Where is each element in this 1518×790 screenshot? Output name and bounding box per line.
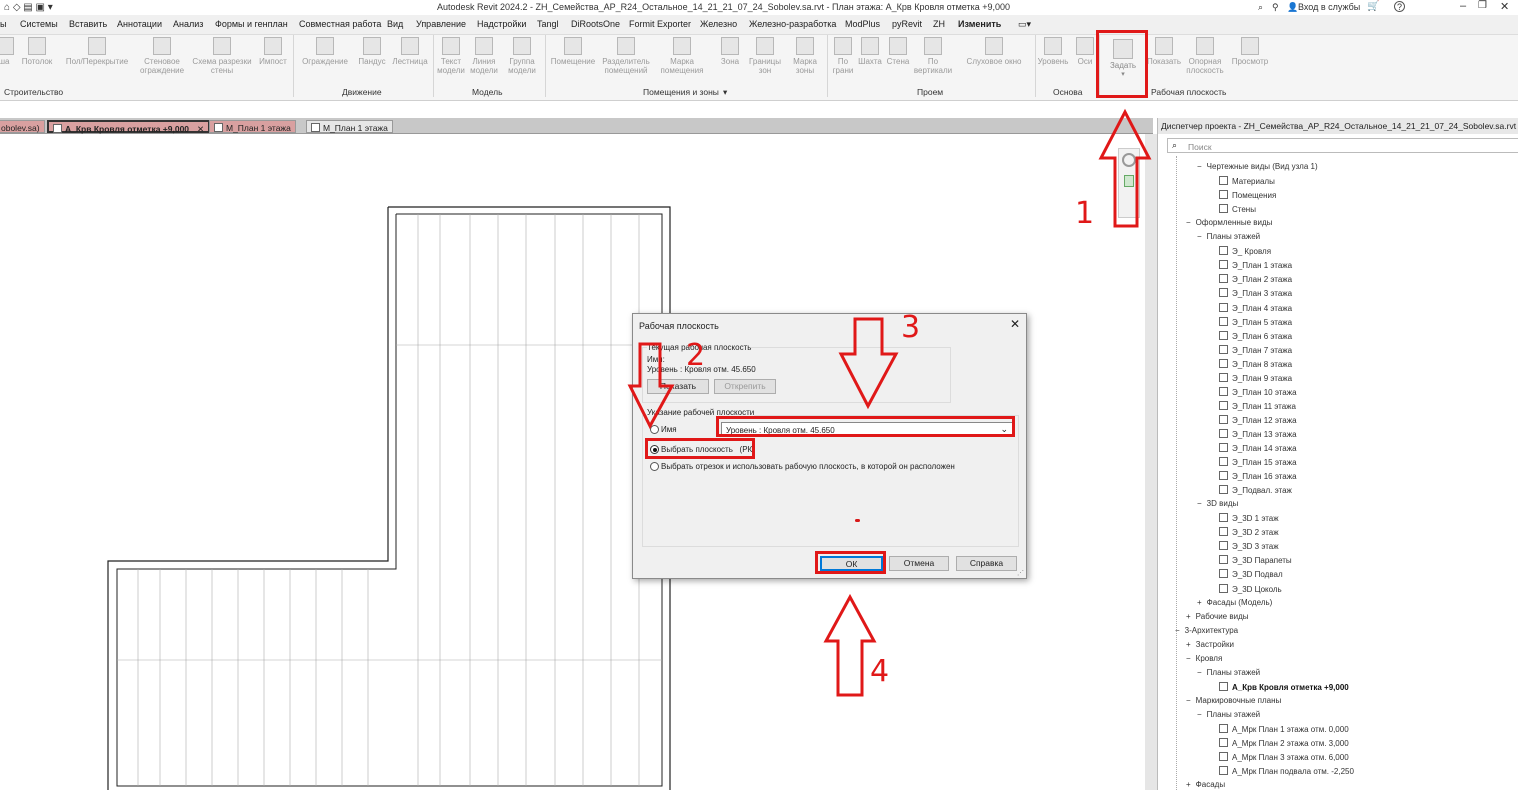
- annotation-number-2: 2: [686, 338, 706, 373]
- annotation-number-4: 4: [870, 654, 890, 689]
- annotation-arrows: [627, 108, 1152, 697]
- annotation-number-1: 1: [1075, 196, 1095, 231]
- arrow-1: [1098, 108, 1152, 228]
- arrow-4: [823, 593, 877, 697]
- arrow-3: [838, 317, 899, 410]
- annotation-number-3: 3: [901, 310, 921, 345]
- arrow-2: [627, 342, 675, 430]
